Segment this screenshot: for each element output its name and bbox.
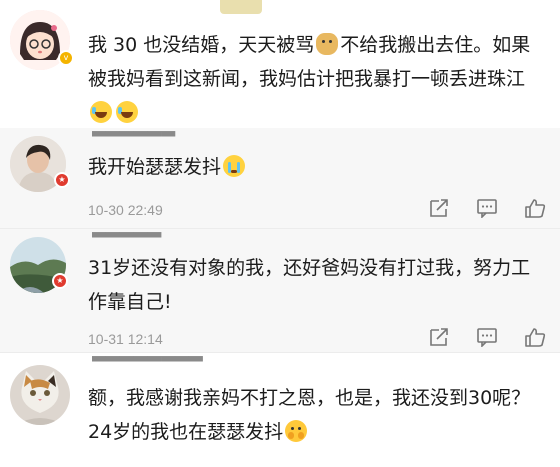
forward-icon[interactable] (428, 198, 450, 218)
verified-badge-icon: v (58, 50, 74, 66)
comment-actions (428, 198, 546, 218)
hide-face-icon (285, 420, 308, 442)
avatar[interactable] (10, 365, 70, 425)
cry-icon (223, 155, 246, 177)
comment-text: 额，我感谢我亲妈不打之恩，也是，我还没到30呢？24岁的我也在瑟瑟发抖 (88, 387, 531, 443)
user-level-badge (220, 0, 262, 14)
comment-3: ★ ▂▂▂▂▂ 31岁还没有对象的我，还好爸妈没有打过我，努力工作靠自己! 10… (0, 228, 560, 353)
verified-badge-icon: ★ (54, 172, 70, 188)
timestamp: 10-30 22:49 (88, 202, 163, 218)
laugh-cry-icon (90, 101, 112, 123)
comment-4: ▂▂▂▂▂▂▂▂ 额，我感谢我亲妈不打之恩，也是，我还没到30呢？24岁的我也在… (0, 352, 560, 467)
doge-icon (316, 33, 339, 55)
comment-icon[interactable] (476, 198, 498, 218)
avatar-cat-icon (10, 365, 70, 425)
like-icon[interactable] (524, 198, 546, 218)
verified-badge-icon: ★ (52, 273, 68, 289)
forward-icon[interactable] (428, 327, 450, 347)
comment-1: v 我 30 也没结婚，天天被骂 不给我搬出去住。如果被我妈看到这新闻，我妈估计把… (0, 0, 560, 128)
comment-actions (428, 327, 546, 347)
comment-2: ★ ▂▂▂▂▂▂ 我开始瑟瑟发抖 10-30 22:49 (0, 128, 560, 228)
like-icon[interactable] (524, 327, 546, 347)
username: ▂▂▂▂▂ (92, 229, 202, 239)
laugh-cry-icon (116, 101, 138, 123)
comment-icon[interactable] (476, 327, 498, 347)
comment-text: 31岁还没有对象的我，还好爸妈没有打过我，努力工作靠自己! (88, 257, 531, 313)
comment-text: 我 30 也没结婚，天天被骂 不给我搬出去住。如果被我妈看到这新闻，我妈估计把我暴… (88, 28, 546, 130)
username: ▂▂▂▂▂▂ (92, 128, 232, 138)
comment-text: 我开始瑟瑟发抖 (88, 150, 546, 184)
username: ▂▂▂▂▂▂▂▂ (92, 353, 272, 363)
timestamp: 10-31 12:14 (88, 331, 163, 347)
